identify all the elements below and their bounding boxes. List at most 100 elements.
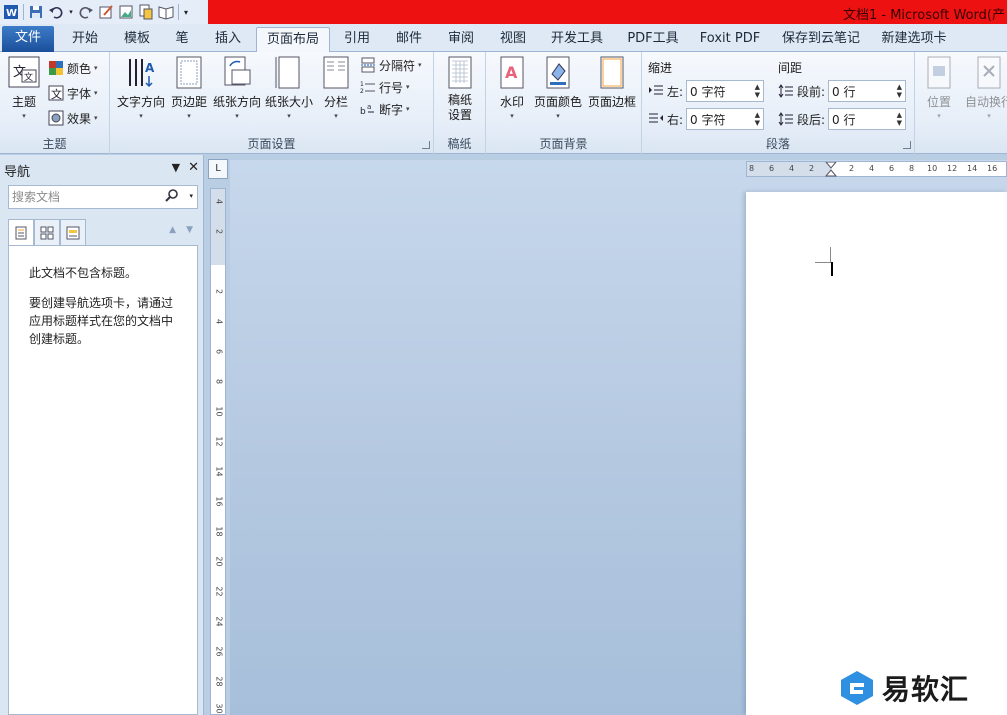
redo-icon[interactable] [77, 3, 95, 21]
ruler-tick-label: 6 [889, 164, 895, 173]
tab-developer[interactable]: 开发工具 [542, 27, 612, 52]
undo-dropdown-icon[interactable]: ▾ [67, 3, 75, 21]
spinner-arrows-icon[interactable]: ▲ ▼ [897, 83, 902, 99]
theme-effects-button[interactable]: 效果 ▾ [48, 108, 98, 128]
search-icon[interactable] [165, 189, 179, 206]
search-box: ▾ [8, 185, 198, 209]
watermark-button[interactable]: A 水印 ▾ [494, 56, 530, 120]
wrap-text-button[interactable]: 自动换行 ▾ [961, 56, 1007, 120]
tab-templates[interactable]: 模板 [114, 27, 160, 52]
theme-icon: 文文 [8, 56, 40, 88]
document-page[interactable] [746, 192, 1007, 715]
spacing-before-row: 段前: 0 行 ▲ ▼ [778, 80, 907, 102]
ruler-tick-label: 16 [987, 164, 998, 173]
chevron-down-icon: ▾ [187, 112, 191, 120]
ruler-tick-label: 26 [214, 646, 224, 657]
picture-icon[interactable] [117, 3, 135, 21]
line-numbers-button[interactable]: 12 行号 ▾ [360, 77, 410, 97]
undo-icon[interactable] [47, 3, 65, 21]
edit-icon[interactable] [97, 3, 115, 21]
ruler-tick-label: 10 [214, 406, 224, 417]
tab-insert[interactable]: 插入 [204, 27, 252, 52]
orientation-label: 纸张方向 [212, 95, 261, 109]
indent-marker-icon[interactable] [825, 162, 837, 178]
text-direction-button[interactable]: A 文字方向 ▾ [116, 56, 166, 120]
tab-browse-headings[interactable] [8, 219, 34, 245]
tab-browse-pages[interactable] [34, 219, 60, 245]
columns-button[interactable]: 分栏 ▾ [318, 56, 354, 120]
document-icon[interactable] [137, 3, 155, 21]
ribbon-tab-row: 文件 开始 模板 笔 插入 页面布局 引用 邮件 审阅 视图 开发工具 PDF工… [0, 24, 1007, 52]
pane-options-icon[interactable]: ▼ [172, 161, 180, 174]
tab-new-tab[interactable]: 新建选项卡 [874, 27, 954, 52]
page-borders-button[interactable]: 页面边框 [586, 56, 638, 110]
tab-mailings[interactable]: 邮件 [386, 27, 432, 52]
margins-button[interactable]: 页边距 ▾ [170, 56, 208, 120]
tab-selector-button[interactable]: L [208, 159, 228, 179]
hyphenation-button[interactable]: ba 断字 ▾ [360, 99, 410, 119]
theme-button[interactable]: 文文 主题 ▾ [6, 56, 42, 120]
spacing-before-icon [778, 84, 793, 98]
book-icon[interactable] [157, 3, 175, 21]
tab-browse-results[interactable] [60, 219, 86, 245]
theme-fonts-button[interactable]: 文 字体 ▾ [48, 83, 98, 103]
spacing-after-input[interactable]: 0 行 ▲ ▼ [828, 108, 907, 130]
tab-foxit-pdf[interactable]: Foxit PDF [694, 27, 766, 52]
tab-review[interactable]: 审阅 [438, 27, 484, 52]
tab-page-layout[interactable]: 页面布局 [256, 27, 330, 52]
tab-home[interactable]: 开始 [62, 27, 108, 52]
theme-group: 文文 主题 ▾ 颜色 ▾ 文 字体 ▾ 效果 ▾ 主题 [0, 52, 110, 154]
ruler-tick-label: 6 [214, 348, 224, 355]
chevron-down-icon: ▾ [937, 112, 941, 120]
ruler-tick-label: 4 [869, 164, 875, 173]
horizontal-ruler[interactable]: 8 6 4 2 2 4 6 8 10 12 14 16 [746, 161, 1007, 177]
margin-corner-mark [815, 247, 831, 263]
tab-view[interactable]: 视图 [490, 27, 536, 52]
svg-text:A: A [505, 63, 518, 82]
tab-pdf-tools[interactable]: PDF工具 [618, 27, 688, 52]
manuscript-group-label: 稿纸 [447, 137, 472, 151]
spinner-arrows-icon[interactable]: ▲ ▼ [755, 83, 760, 99]
page-color-icon [546, 56, 570, 89]
paper-size-button[interactable]: 纸张大小 ▾ [264, 56, 314, 120]
search-options-icon[interactable]: ▾ [189, 192, 193, 200]
ruler-tick-label: 4 [214, 198, 224, 205]
breaks-button[interactable]: 分隔符 ▾ [360, 55, 422, 75]
tab-file[interactable]: 文件 [2, 26, 54, 52]
ruler-tick-label: 8 [749, 164, 755, 173]
orientation-button[interactable]: 纸张方向 ▾ [212, 56, 262, 120]
spacing-before-input[interactable]: 0 行 ▲ ▼ [828, 80, 907, 102]
next-arrow-icon[interactable]: ▼ [186, 225, 193, 235]
vertical-ruler[interactable]: 4 2 2 4 6 8 10 12 14 16 18 20 22 24 26 2… [210, 188, 226, 715]
position-button[interactable]: 位置 ▾ [921, 56, 957, 120]
indent-right-input[interactable]: 0 字符 ▲ ▼ [686, 108, 765, 130]
close-icon[interactable]: ✕ [188, 160, 199, 175]
tab-save-cloud-note[interactable]: 保存到云笔记 [774, 27, 868, 52]
spinner-arrows-icon[interactable]: ▲ ▼ [755, 111, 760, 127]
line-numbers-label: 行号 [379, 80, 404, 95]
word-app-icon[interactable]: W [2, 3, 20, 21]
svg-text:W: W [6, 8, 17, 19]
tab-references[interactable]: 引用 [334, 27, 380, 52]
page-setup-dialog-launcher-icon[interactable] [422, 141, 430, 149]
save-icon[interactable] [27, 3, 45, 21]
paragraph-dialog-launcher-icon[interactable] [903, 141, 911, 149]
wrap-text-icon [977, 56, 1001, 89]
page-color-button[interactable]: 页面颜色 ▾ [532, 56, 584, 120]
theme-label: 主题 [11, 95, 36, 109]
search-input[interactable] [9, 186, 159, 208]
margins-icon [176, 56, 202, 89]
manuscript-settings-button[interactable]: 稿纸 设置 [442, 56, 478, 123]
previous-arrow-icon[interactable]: ▲ [169, 225, 176, 235]
page-borders-label: 页面边框 [587, 95, 636, 109]
theme-colors-button[interactable]: 颜色 ▾ [48, 58, 98, 78]
indent-left-input[interactable]: 0 字符 ▲ ▼ [686, 80, 765, 102]
manuscript-icon [448, 56, 472, 89]
brand-text: 易软汇 [882, 673, 970, 706]
tab-pen[interactable]: 笔 [166, 27, 198, 52]
indent-left-label: 左: [667, 84, 684, 99]
customize-toolbar-icon[interactable]: ▾ [182, 3, 190, 21]
indent-heading: 缩进 [648, 61, 673, 75]
spinner-arrows-icon[interactable]: ▲ ▼ [897, 111, 902, 127]
ruler-tick-label: 4 [214, 318, 224, 325]
